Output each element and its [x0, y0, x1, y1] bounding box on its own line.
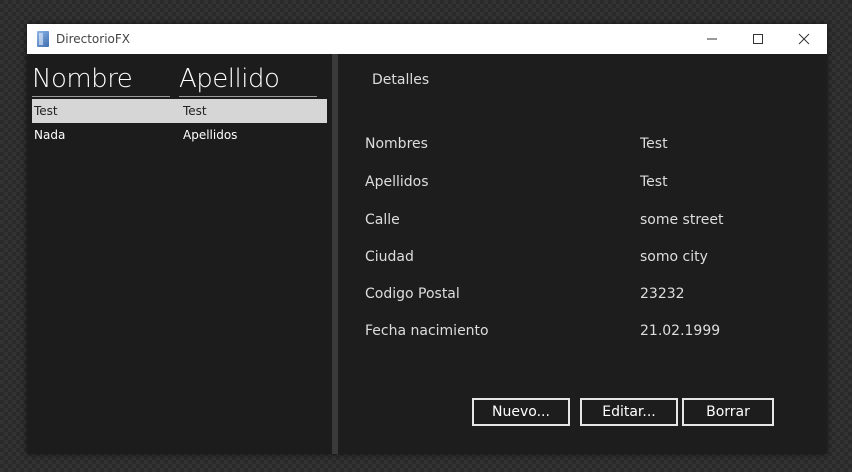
label-nombres: Nombres	[365, 136, 428, 152]
app-icon	[37, 31, 49, 47]
minimize-icon	[707, 38, 717, 40]
value-codigo-postal: 23232	[640, 286, 685, 302]
delete-button[interactable]: Borrar	[682, 398, 774, 426]
edit-button[interactable]: Editar...	[580, 398, 678, 426]
column-header-apellido[interactable]: Apellido	[179, 64, 317, 97]
close-button[interactable]	[781, 24, 827, 54]
minimize-button[interactable]	[689, 24, 735, 54]
value-ciudad: somo city	[640, 249, 708, 265]
label-fecha-nacimiento: Fecha nacimiento	[365, 323, 489, 339]
cell-apellido: Test	[183, 104, 207, 118]
table-row[interactable]: Test Test	[32, 99, 327, 123]
maximize-icon	[753, 34, 763, 44]
new-button[interactable]: Nuevo...	[472, 398, 570, 426]
value-fecha-nacimiento: 21.02.1999	[640, 323, 721, 339]
details-title: Detalles	[372, 72, 430, 88]
window-title: DirectorioFX	[56, 32, 131, 46]
column-header-nombre[interactable]: Nombre	[32, 64, 170, 97]
cell-nombre: Nada	[34, 128, 66, 142]
label-calle: Calle	[365, 212, 400, 228]
close-icon	[798, 33, 810, 45]
label-codigo-postal: Codigo Postal	[365, 286, 460, 302]
details-panel: Detalles Nombres Test Apellidos Test Cal…	[338, 54, 827, 454]
cell-apellido: Apellidos	[183, 128, 238, 142]
value-nombres: Test	[640, 136, 668, 152]
maximize-button[interactable]	[735, 24, 781, 54]
person-table[interactable]: Nombre Apellido Test Test Nada Apellidos	[27, 54, 332, 454]
title-bar[interactable]: DirectorioFX	[27, 24, 827, 54]
app-window: DirectorioFX Nombre Apellido Test Test N…	[27, 24, 827, 454]
cell-nombre: Test	[34, 104, 58, 118]
table-row[interactable]: Nada Apellidos	[32, 123, 327, 147]
value-calle: some street	[640, 212, 724, 228]
label-apellidos: Apellidos	[365, 174, 429, 190]
label-ciudad: Ciudad	[365, 249, 414, 265]
value-apellidos: Test	[640, 174, 668, 190]
